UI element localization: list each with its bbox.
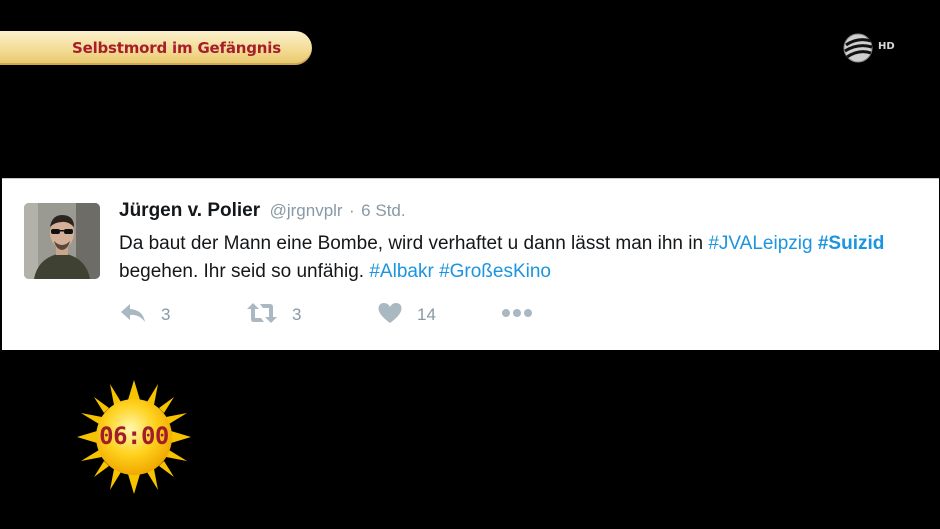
hashtag-jvaleipzig[interactable]: #JVALeipzig — [708, 233, 812, 254]
clock-time: 06:00 — [99, 422, 169, 450]
topic-banner: Selbstmord im Gefängnis — [0, 31, 312, 65]
like-button[interactable]: 14 — [377, 301, 436, 325]
avatar-photo — [24, 203, 100, 279]
tweet-text: Da baut der Mann eine Bombe, wird verhaf… — [119, 230, 899, 286]
tweet-actions: 3 3 14 — [119, 301, 619, 329]
reply-button[interactable]: 3 — [119, 301, 170, 325]
tweet-timestamp[interactable]: 6 Std. — [361, 201, 405, 220]
banner-title: Selbstmord im Gefängnis — [72, 39, 281, 57]
avatar[interactable] — [24, 203, 100, 279]
hashtag-albakr[interactable]: #Albakr — [369, 261, 433, 282]
more-icon — [502, 309, 532, 317]
tweet-text-part: Da baut der Mann eine Bombe, wird verhaf… — [119, 233, 709, 254]
more-button[interactable] — [501, 301, 533, 323]
author-handle[interactable]: @jrgnvplr — [270, 201, 343, 220]
header-separator: · — [349, 201, 355, 220]
tweet-card: Jürgen v. Polier @jrgnvplr · 6 Std. Da b… — [2, 178, 939, 350]
retweet-button[interactable]: 3 — [246, 301, 301, 325]
heart-icon — [378, 303, 402, 323]
tweet-text-part: begehen. Ihr seid so unfähig. — [119, 261, 370, 282]
like-count: 14 — [417, 305, 436, 324]
channel-logo: HD — [842, 31, 902, 65]
reply-icon — [121, 304, 145, 322]
reply-count: 3 — [161, 305, 171, 324]
retweet-icon — [247, 303, 277, 323]
author-name[interactable]: Jürgen v. Polier — [119, 200, 260, 221]
sport-channel-logo-icon — [843, 33, 873, 63]
hd-label: HD — [878, 41, 895, 52]
tweet-header: Jürgen v. Polier @jrgnvplr · 6 Std. — [119, 200, 406, 222]
hashtag-grosseskino[interactable]: #GroßesKino — [439, 261, 551, 282]
retweet-count: 3 — [292, 305, 302, 324]
hashtag-suizid[interactable]: #Suizid — [818, 233, 885, 254]
